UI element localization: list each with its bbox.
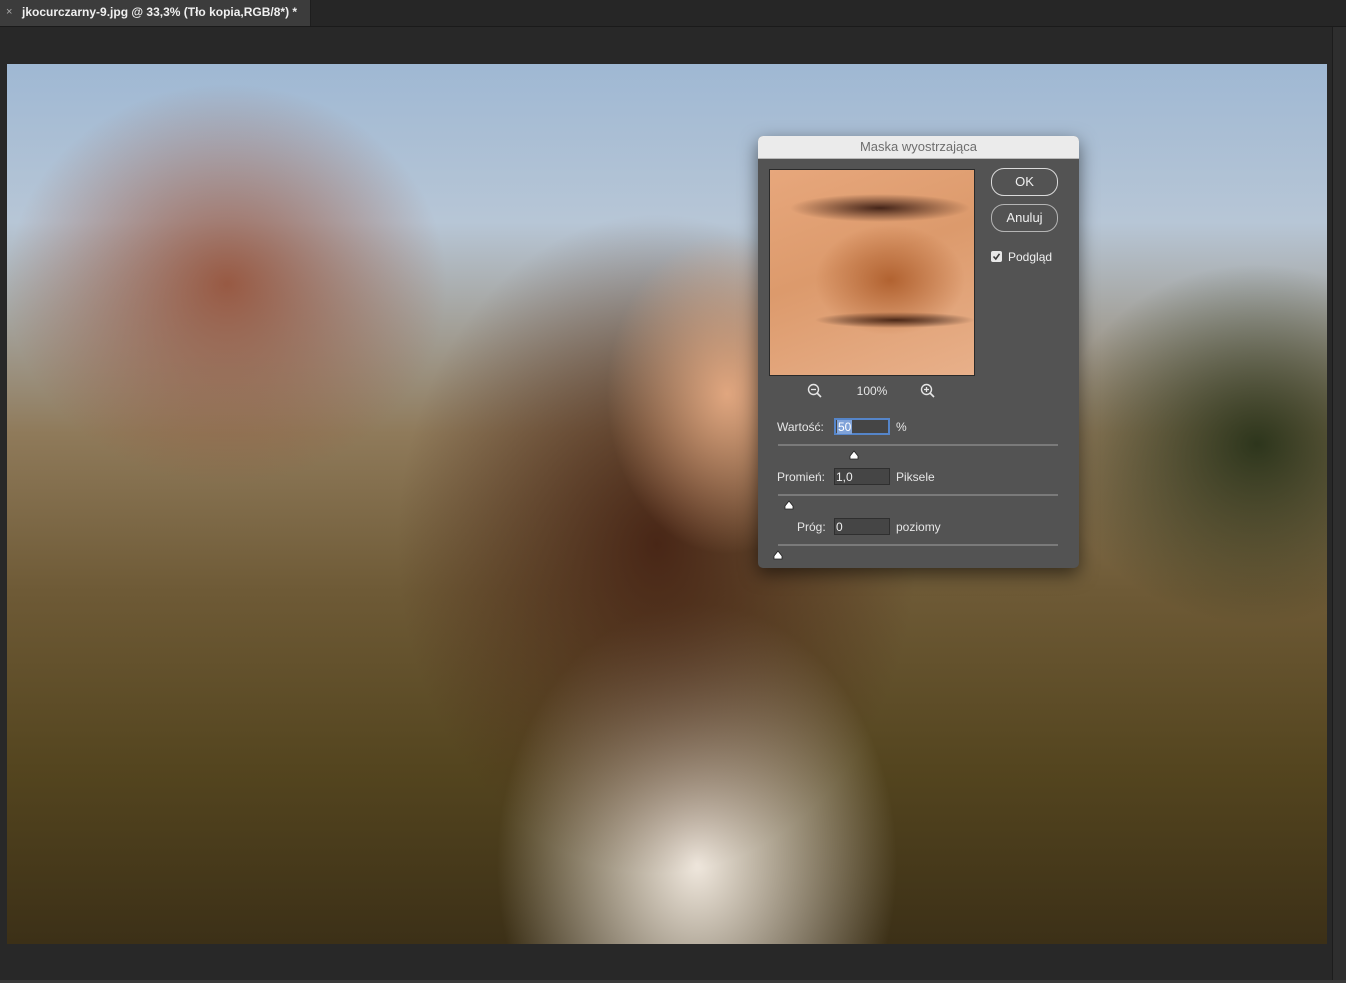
slider-thumb-icon (784, 500, 794, 510)
document-image[interactable] (7, 64, 1327, 944)
radius-slider-thumb[interactable] (784, 497, 794, 510)
amount-slider-thumb[interactable] (849, 447, 859, 460)
amount-unit: % (896, 420, 907, 434)
unsharp-mask-dialog: Maska wyostrzająca 100% OK Anuluj Podglą… (758, 136, 1079, 568)
preview-zoom-controls: 100% (758, 380, 988, 402)
document-tab-title[interactable]: jkocurczarny-9.jpg @ 33,3% (Tło kopia,RG… (22, 5, 297, 19)
radius-slider-track[interactable] (778, 494, 1058, 496)
dialog-title[interactable]: Maska wyostrzająca (758, 136, 1079, 159)
zoom-out-icon[interactable] (806, 382, 824, 400)
document-tab-bar: × jkocurczarny-9.jpg @ 33,3% (Tło kopia,… (0, 0, 1346, 27)
vertical-scrollbar[interactable] (1332, 27, 1346, 983)
radius-label: Promień: (777, 470, 826, 484)
threshold-label: Próg: (797, 520, 826, 534)
document-tab[interactable]: × jkocurczarny-9.jpg @ 33,3% (Tło kopia,… (0, 0, 311, 26)
radius-input[interactable]: 1,0 (834, 468, 890, 485)
threshold-slider-track[interactable] (778, 544, 1058, 546)
checkmark-icon (992, 253, 1001, 261)
radius-unit: Piksele (896, 470, 935, 484)
amount-label: Wartość: (777, 420, 824, 434)
preview-checkbox[interactable] (991, 251, 1002, 262)
amount-input[interactable]: 50 (834, 418, 890, 435)
close-icon[interactable]: × (6, 5, 12, 19)
zoom-in-icon[interactable] (919, 382, 937, 400)
slider-thumb-icon (849, 450, 858, 460)
threshold-input[interactable]: 0 (834, 518, 890, 535)
slider-thumb-icon (773, 550, 783, 560)
amount-value: 50 (837, 420, 853, 434)
zoom-level: 100% (856, 384, 888, 398)
amount-slider-track[interactable] (778, 444, 1058, 446)
threshold-slider-thumb[interactable] (773, 547, 783, 560)
preview-label[interactable]: Podgląd (1008, 250, 1052, 264)
filter-preview-image[interactable] (769, 169, 975, 376)
ok-button[interactable]: OK (991, 168, 1058, 196)
cancel-button[interactable]: Anuluj (991, 204, 1058, 232)
threshold-unit: poziomy (896, 520, 941, 534)
